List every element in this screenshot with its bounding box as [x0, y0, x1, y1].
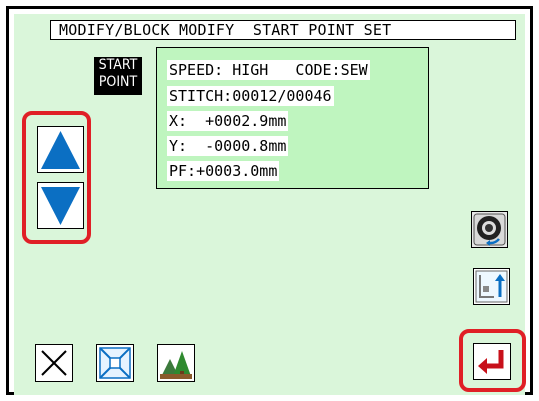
down-arrow-icon — [41, 187, 80, 225]
return-origin-icon — [475, 270, 508, 303]
image-view-button[interactable] — [157, 344, 195, 382]
cancel-x-icon — [41, 350, 67, 376]
start-label-line2: POINT — [98, 74, 138, 90]
handwheel-icon — [473, 213, 506, 246]
start-point-label: START POINT — [94, 57, 142, 95]
pf-value: PF:+0003.0mm — [167, 161, 280, 181]
stitch-value: STITCH:00012/00046 — [167, 86, 334, 106]
arrow-button-group — [22, 111, 91, 244]
speed-code-value: SPEED: HIGH CODE:SEW — [167, 60, 370, 80]
return-origin-button[interactable] — [473, 268, 510, 305]
start-label-line1: START — [98, 57, 138, 73]
info-panel: SPEED: HIGH CODE:SEW STITCH:00012/00046 … — [156, 47, 429, 189]
enter-button[interactable] — [473, 343, 511, 380]
cancel-button[interactable] — [35, 344, 73, 382]
page-title: MODIFY/BLOCK MODIFY START POINT SET — [50, 20, 516, 40]
x-value: X: +0002.9mm — [167, 111, 289, 131]
up-button[interactable] — [37, 126, 84, 173]
up-arrow-icon — [41, 131, 80, 169]
enter-icon — [478, 350, 504, 374]
handwheel-button[interactable] — [471, 211, 508, 248]
zoom-fit-button[interactable] — [96, 344, 134, 382]
image-view-icon — [159, 346, 193, 380]
zoom-fit-icon — [99, 347, 131, 379]
y-value: Y: -0000.8mm — [167, 136, 289, 156]
down-button[interactable] — [37, 182, 84, 229]
